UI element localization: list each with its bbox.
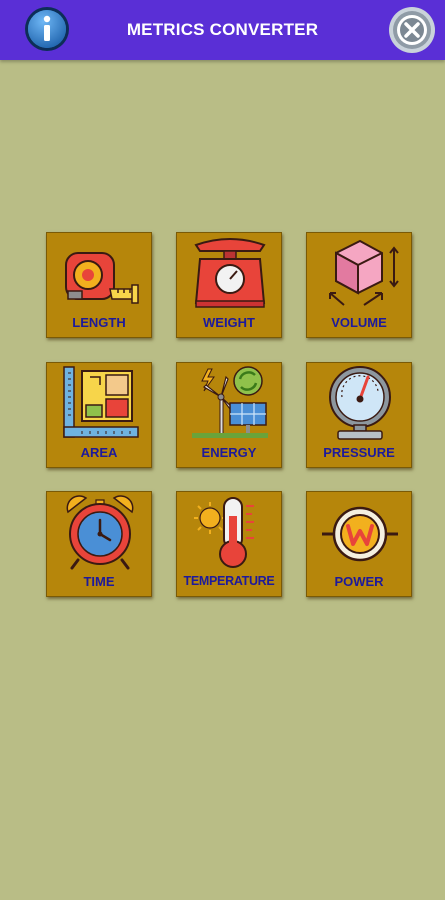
alarm-clock-icon <box>66 495 134 570</box>
cube-icon <box>329 239 399 306</box>
wind-solar-icon <box>192 366 268 438</box>
category-tile-weight[interactable]: WEIGHT <box>176 232 282 338</box>
category-tile-volume[interactable]: VOLUME <box>306 232 412 338</box>
category-tile-energy[interactable]: ENERGY <box>176 362 282 468</box>
tile-label: TIME <box>83 574 115 589</box>
tile-label: WEIGHT <box>203 315 255 330</box>
tile-label: AREA <box>80 445 118 460</box>
category-tile-temperature[interactable]: TEMPERATURE <box>176 491 282 597</box>
tile-label: LENGTH <box>72 315 126 330</box>
kitchen-scale-icon <box>194 238 266 308</box>
tape-measure-icon <box>65 252 139 304</box>
tile-label: VOLUME <box>331 315 387 330</box>
category-tile-pressure[interactable]: PRESSURE <box>306 362 412 468</box>
tile-label: POWER <box>334 574 384 589</box>
category-tile-length[interactable]: LENGTH <box>46 232 152 338</box>
floor-plan-icon <box>63 366 139 438</box>
tile-label: TEMPERATURE <box>183 574 275 588</box>
page-title: METRICS CONVERTER <box>126 20 319 39</box>
close-icon[interactable] <box>388 6 436 54</box>
app-header: METRICS CONVERTER <box>0 0 445 60</box>
category-tile-power[interactable]: POWER <box>306 491 412 597</box>
tile-label: ENERGY <box>201 445 257 460</box>
category-tile-time[interactable]: TIME <box>46 491 152 597</box>
category-tile-area[interactable]: AREA <box>46 362 152 468</box>
pressure-gauge-icon <box>329 366 391 440</box>
thermometer-icon <box>194 497 254 568</box>
power-w-icon <box>322 506 398 562</box>
tile-label: PRESSURE <box>323 445 395 460</box>
